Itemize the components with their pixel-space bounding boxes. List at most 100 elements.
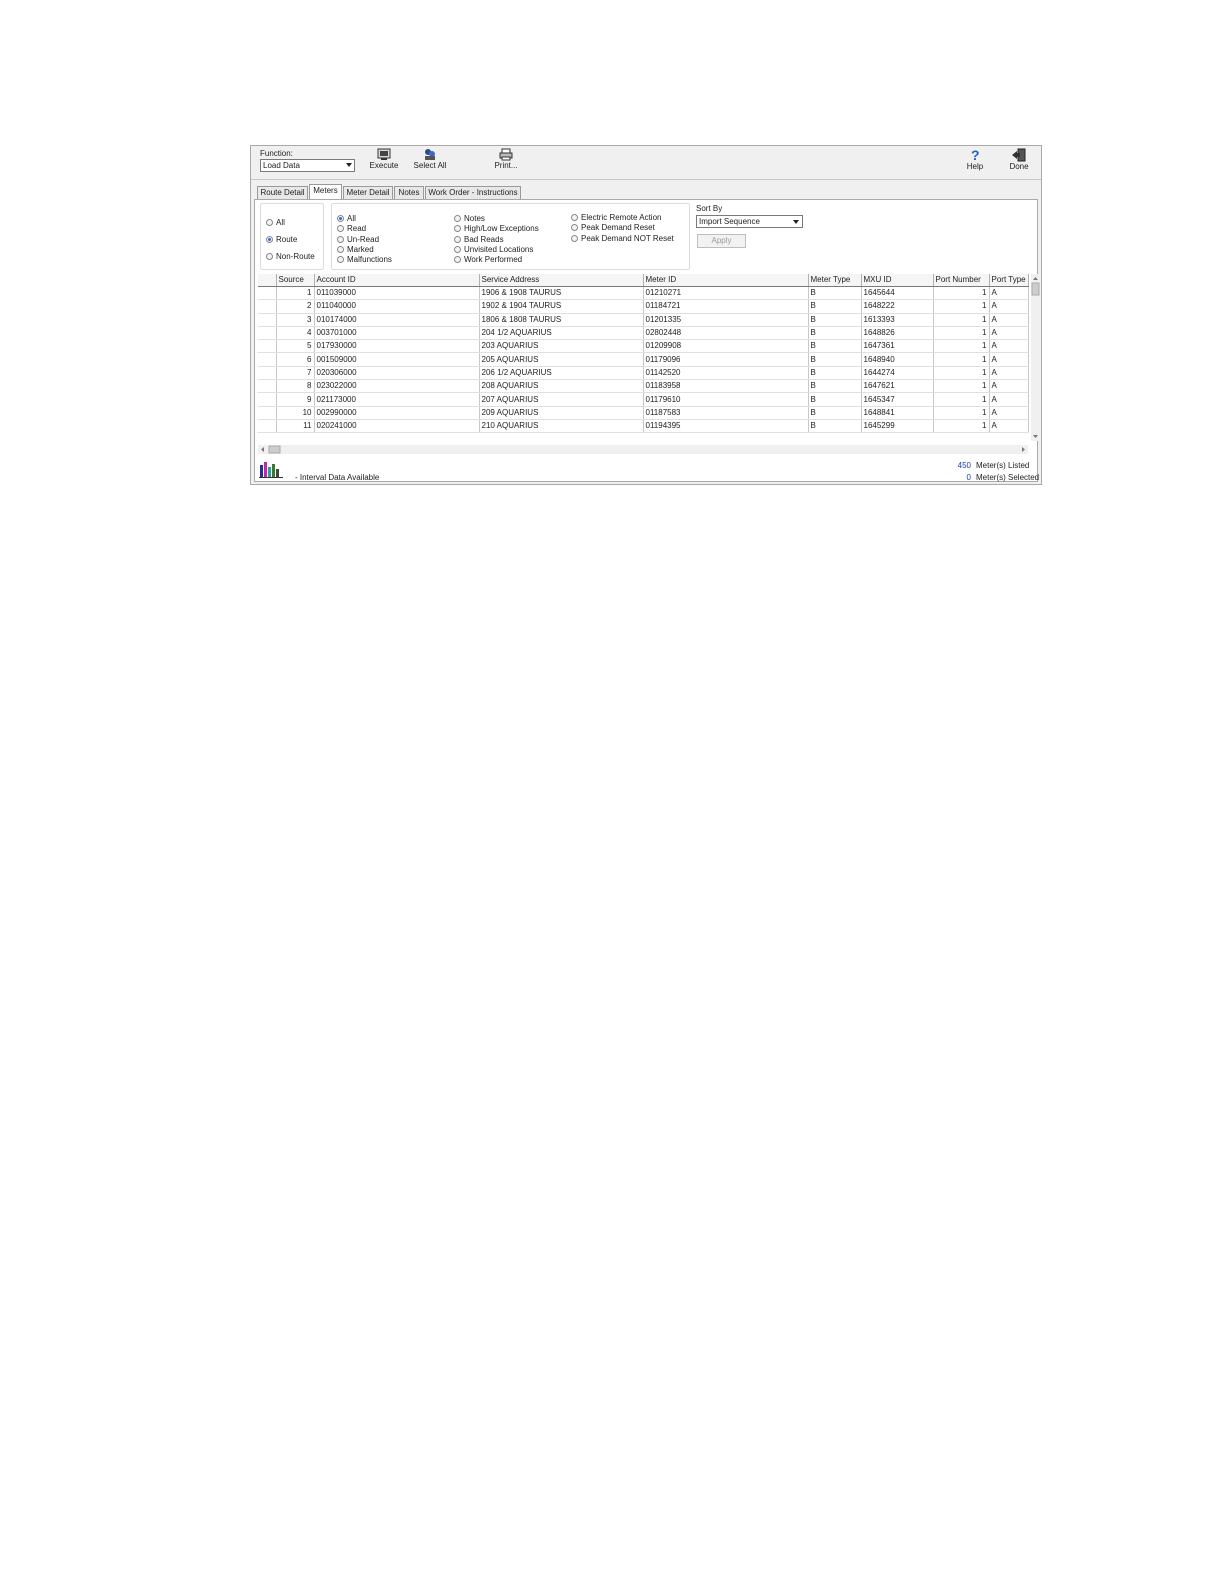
table-cell: 10 [276,406,315,420]
table-cell: 203 AQUARIUS [479,339,644,354]
column-header[interactable]: Account ID [314,274,480,287]
table-row[interactable]: 5 017930000 203 AQUARIUS 01209908 B 1647361 1 A [258,339,1029,354]
table-cell [258,352,277,367]
table-row[interactable]: 9 021173000 207 AQUARIUS 01179610 B 1645347 1 A [258,392,1029,407]
table-cell: 020241000 [314,419,480,434]
status-radio-label: Peak Demand Reset [581,223,655,232]
tab-meter-detail[interactable]: Meter Detail [343,186,393,199]
status-radio-bad-reads[interactable]: Bad Reads [454,235,504,245]
status-radio-marked[interactable]: Marked [337,245,374,255]
status-radio-peak-demand-not-reset[interactable]: Peak Demand NOT Reset [571,234,674,244]
column-header[interactable] [258,274,277,287]
status-radio-peak-demand-reset[interactable]: Peak Demand Reset [571,223,655,233]
table-cell: 1 [276,286,315,301]
apply-button[interactable]: Apply [697,234,746,248]
horizontal-scrollbar[interactable] [258,445,1028,454]
table-cell: 1 [933,366,990,381]
table-row[interactable]: 6 001509000 205 AQUARIUS 01179096 B 1648940 1 A [258,352,1029,367]
table-row[interactable]: 4 003701000 204 1/2 AQUARIUS 02802448 B 16488… [258,326,1029,341]
table-cell: B [808,352,862,367]
status-radio-read[interactable]: Read [337,224,366,234]
table-row[interactable]: 1 011039000 1906 & 1908 TAURUS 01210271 B 164… [258,286,1029,301]
table-body: 1 011039000 1906 & 1908 TAURUS 01210271 B 164… [258,286,1029,434]
radio-icon [266,219,273,226]
status-radio-unvisited-locations[interactable]: Unvisited Locations [454,245,533,255]
tab-meters[interactable]: Meters [309,184,342,199]
table-cell: 1 [933,313,990,327]
scope-filter-group: All Route Non-Route [260,203,324,270]
status-radio-label: Peak Demand NOT Reset [581,234,674,243]
table-cell: 1644274 [861,366,934,381]
table-cell: 1648826 [861,326,934,341]
table-row[interactable]: 7 020306000 206 1/2 AQUARIUS 01142520 B 16442… [258,366,1029,381]
column-header[interactable]: Service Address [479,274,644,287]
listed-count: 450 [957,461,971,470]
table-cell: B [808,299,862,314]
meters-window: Function: Load Data Execute Select All P… [250,145,1042,485]
tab-notes[interactable]: Notes [394,186,424,199]
tab-work-order-instructions[interactable]: Work Order - Instructions [425,186,521,199]
status-radio-notes[interactable]: Notes [454,214,485,224]
tab-route-detail[interactable]: Route Detail [257,186,308,199]
table-cell: 1 [933,392,990,407]
scope-radio-all[interactable]: All [266,218,285,228]
table-cell: 3 [276,313,315,327]
column-header[interactable]: Source [276,274,315,287]
column-header[interactable]: Port Number [933,274,990,287]
table-row[interactable]: 8 023022000 208 AQUARIUS 01183958 B 1647621 1 A [258,379,1029,394]
execute-button[interactable]: Execute [367,148,401,176]
column-header[interactable]: Meter Type [808,274,862,287]
done-button[interactable]: Done [1005,148,1033,176]
table-cell: 205 AQUARIUS [479,352,644,367]
column-header[interactable]: Meter ID [643,274,809,287]
print-button[interactable]: Print... [491,148,521,176]
select-all-label: Select All [413,161,447,170]
table-cell: 1648940 [861,352,934,367]
status-radio-all[interactable]: All [337,214,356,224]
radio-icon [266,253,273,260]
select-all-button[interactable]: Select All [411,148,449,176]
table-row[interactable]: 2 011040000 1902 & 1904 TAURUS 01184721 B 164… [258,299,1029,314]
table-cell: 6 [276,352,315,367]
table-cell: 1 [933,352,990,367]
radio-icon [571,224,578,231]
radio-icon [337,256,344,263]
table-cell: A [989,419,1029,434]
help-button[interactable]: ? Help [963,148,987,176]
done-label: Done [1009,162,1029,171]
table-cell: B [808,339,862,354]
column-header[interactable]: MXU ID [861,274,934,287]
table-cell: 208 AQUARIUS [479,379,644,394]
table-cell: 1 [933,326,990,341]
status-radio-work-performed[interactable]: Work Performed [454,255,522,265]
status-radio-un-read[interactable]: Un-Read [337,235,379,245]
status-radio-malfunctions[interactable]: Malfunctions [337,255,392,265]
table-cell: 1 [933,299,990,314]
column-header[interactable]: Port Type [989,274,1029,287]
status-radio-electric-remote-action[interactable]: Electric Remote Action [571,213,661,223]
status-radio-label: Bad Reads [464,235,504,244]
status-radio-label: Work Performed [464,255,523,264]
table-cell: 002990000 [314,406,480,420]
meters-table: Source Account ID Service Address Meter … [258,274,1029,434]
status-radio-high-low-exceptions[interactable]: High/Low Exceptions [454,224,539,234]
table-cell: B [808,313,862,327]
scope-radio-route[interactable]: Route [266,235,297,245]
table-cell: 01201335 [643,313,809,327]
sort-by-dropdown[interactable]: Import Sequence [696,215,803,228]
table-cell: B [808,406,862,420]
table-cell: 017930000 [314,339,480,354]
table-row[interactable]: 10 002990000 209 AQUARIUS 01187583 B 1648841 1… [258,406,1029,420]
status-radio-label: Unvisited Locations [464,245,534,254]
scope-radio-non-route[interactable]: Non-Route [266,252,315,262]
function-dropdown[interactable]: Load Data [260,159,355,172]
print-label: Print... [494,161,518,170]
table-cell: 02802448 [643,326,809,341]
status-radio-label: Electric Remote Action [581,213,662,222]
select-all-icon [425,149,435,160]
table-row[interactable]: 3 010174000 1806 & 1808 TAURUS 01201335 B 161… [258,313,1029,327]
vertical-scrollbar[interactable] [1031,274,1040,441]
table-cell: A [989,286,1029,301]
status-radio-label: Marked [347,245,374,254]
table-row[interactable]: 11 020241000 210 AQUARIUS 01194395 B 1645299 1… [258,419,1029,434]
